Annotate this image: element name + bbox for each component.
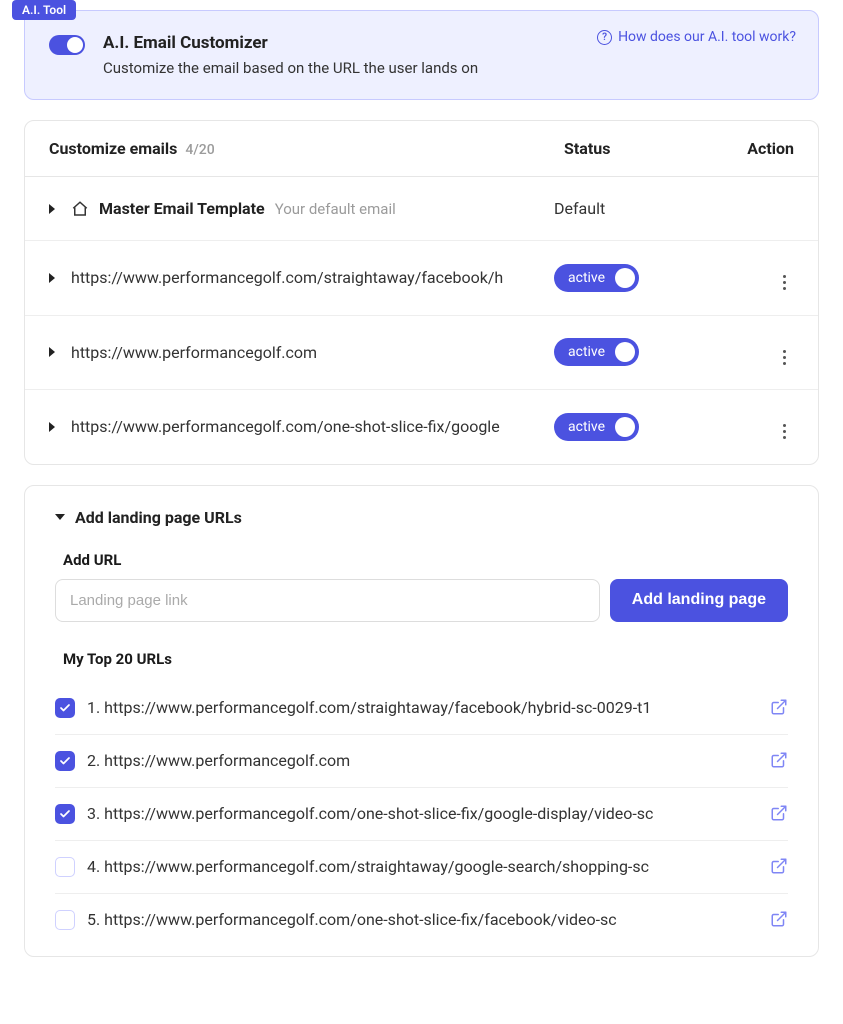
row-subtext: Your default email <box>275 200 396 218</box>
list-item: 2. https://www.performancegolf.com <box>55 735 788 788</box>
external-link-icon[interactable] <box>770 910 788 932</box>
status-toggle[interactable]: active <box>554 338 639 366</box>
url-text: 3. https://www.performancegolf.com/one-s… <box>87 802 758 826</box>
table-row[interactable]: https://www.performancegolf.com active <box>25 316 818 391</box>
status-label: active <box>568 344 605 360</box>
row-action-cell <box>714 338 794 368</box>
status-label: Default <box>554 199 605 218</box>
caret-right-icon <box>49 273 55 283</box>
kebab-menu-icon[interactable] <box>774 273 794 293</box>
status-label: active <box>568 419 605 435</box>
list-item: 5. https://www.performancegolf.com/one-s… <box>55 894 788 946</box>
ai-tool-help-link[interactable]: ? How does our A.I. tool work? <box>597 29 796 45</box>
table-row[interactable]: https://www.performancegolf.com/one-shot… <box>25 390 818 464</box>
top-urls-heading: My Top 20 URLs <box>63 650 788 668</box>
row-name-cell: https://www.performancegolf.com/one-shot… <box>71 417 544 436</box>
caret-right-icon <box>49 347 55 357</box>
table-row[interactable]: https://www.performancegolf.com/straight… <box>25 241 818 316</box>
help-text: How does our A.I. tool work? <box>618 29 796 45</box>
url-checkbox[interactable] <box>55 857 75 877</box>
url-text: 2. https://www.performancegolf.com <box>87 749 758 773</box>
toggle-knob <box>67 37 83 53</box>
toggle-knob <box>615 342 635 362</box>
help-icon: ? <box>597 30 612 45</box>
row-label: https://www.performancegolf.com/one-shot… <box>71 417 500 436</box>
status-toggle[interactable]: active <box>554 413 639 441</box>
status-label: active <box>568 270 605 286</box>
customize-emails-card: Customize emails 4/20 Status Action Mast… <box>24 120 819 465</box>
url-text: 5. https://www.performancegolf.com/one-s… <box>87 908 758 932</box>
ai-tool-description: Customize the email based on the URL the… <box>103 59 794 77</box>
landing-section-title: Add landing page URLs <box>75 508 242 527</box>
row-action-cell <box>714 263 794 293</box>
landing-section: Add landing page URLs Add URL Add landin… <box>24 485 819 957</box>
status-toggle[interactable]: active <box>554 264 639 292</box>
list-item: 4. https://www.performancegolf.com/strai… <box>55 841 788 894</box>
external-link-icon[interactable] <box>770 857 788 879</box>
external-link-icon[interactable] <box>770 698 788 720</box>
emails-count: 4/20 <box>185 142 214 158</box>
row-status-cell: active <box>554 264 704 292</box>
external-link-icon[interactable] <box>770 804 788 826</box>
row-name-cell: https://www.performancegolf.com <box>71 343 544 362</box>
caret-down-icon <box>55 514 65 520</box>
row-status-cell: active <box>554 338 704 366</box>
table-heading: Customize emails <box>49 139 177 158</box>
add-landing-page-button[interactable]: Add landing page <box>610 579 788 622</box>
ai-tool-badge: A.I. Tool <box>12 0 76 20</box>
url-checkbox[interactable] <box>55 698 75 718</box>
external-link-icon[interactable] <box>770 751 788 773</box>
row-label: Master Email Template <box>99 199 265 218</box>
table-header: Customize emails 4/20 Status Action <box>25 121 818 177</box>
caret-right-icon <box>49 204 55 214</box>
caret-right-icon <box>49 422 55 432</box>
row-status-cell: active <box>554 413 704 441</box>
landing-url-input[interactable] <box>55 579 600 622</box>
list-item: 3. https://www.performancegolf.com/one-s… <box>55 788 788 841</box>
ai-tool-panel: A.I. Tool A.I. Email Customizer Customiz… <box>24 10 819 100</box>
kebab-menu-icon[interactable] <box>774 347 794 367</box>
toggle-knob <box>615 268 635 288</box>
ai-tool-toggle[interactable] <box>49 35 85 55</box>
url-checkbox[interactable] <box>55 804 75 824</box>
row-action-cell <box>714 412 794 442</box>
home-icon <box>71 200 89 218</box>
row-label: https://www.performancegolf.com <box>71 343 317 362</box>
row-label: https://www.performancegolf.com/straight… <box>71 268 503 287</box>
toggle-knob <box>615 417 635 437</box>
row-status-cell: Default <box>554 199 704 218</box>
list-item: 1. https://www.performancegolf.com/strai… <box>55 682 788 735</box>
row-name-cell: https://www.performancegolf.com/straight… <box>71 268 544 287</box>
column-status: Status <box>564 139 714 158</box>
column-action: Action <box>714 139 794 158</box>
kebab-menu-icon[interactable] <box>774 422 794 442</box>
url-checkbox[interactable] <box>55 910 75 930</box>
url-text: 4. https://www.performancegolf.com/strai… <box>87 855 758 879</box>
url-checkbox[interactable] <box>55 751 75 771</box>
url-text: 1. https://www.performancegolf.com/strai… <box>87 696 758 720</box>
table-row[interactable]: Master Email Template Your default email D… <box>25 177 818 241</box>
landing-section-toggle[interactable]: Add landing page URLs <box>55 508 788 527</box>
add-url-label: Add URL <box>63 551 788 569</box>
row-name-cell: Master Email Template Your default email <box>71 199 544 218</box>
